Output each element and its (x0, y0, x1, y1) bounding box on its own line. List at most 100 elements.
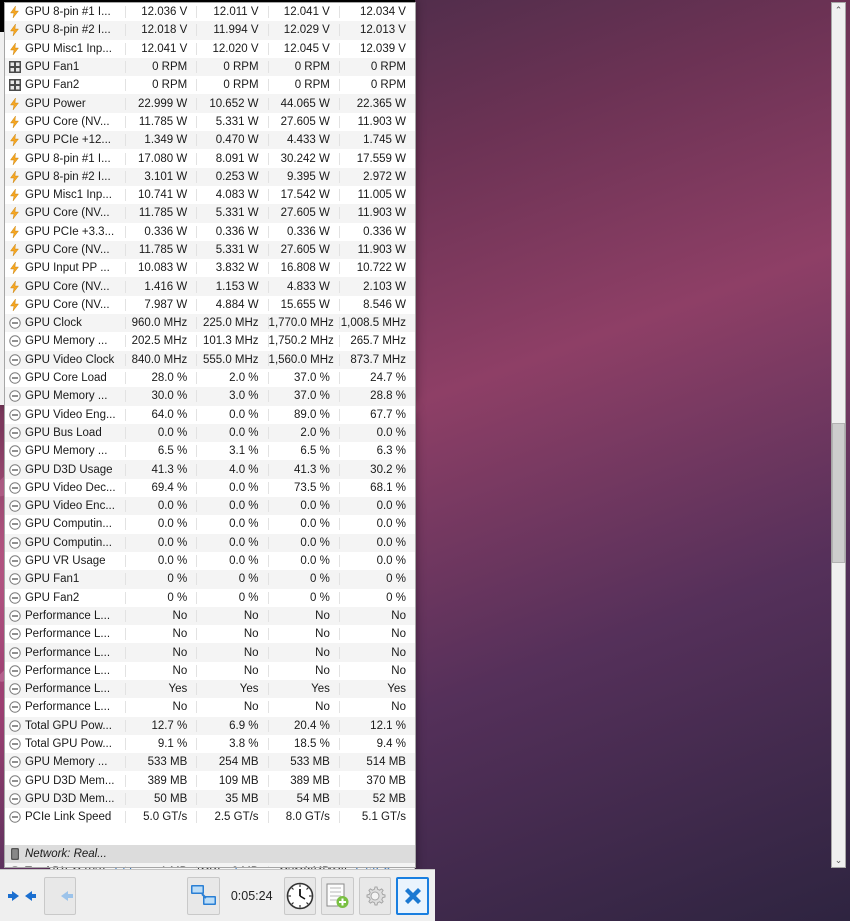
sensor-row[interactable]: GPU VR Usage 0.0 % 0.0 % 0.0 % 0.0 % (5, 552, 415, 570)
sensor-row[interactable]: GPU 8-pin #1 I... 17.080 W 8.091 W 30.242 W… (5, 149, 415, 167)
sensor-value-average: 873.7 MHz (338, 353, 415, 366)
sensor-row[interactable]: GPU Misc1 Inp... 10.741 W 4.083 W 17.542 W1… (5, 186, 415, 204)
sensor-row[interactable]: GPU Fan2 0 RPM 0 RPM 0 RPM 0 RPM (5, 76, 415, 94)
close-button[interactable] (396, 876, 430, 915)
sensor-value-average: 370 MB (338, 774, 415, 787)
sensor-row[interactable]: GPU Memory ... 202.5 MHz 101.3 MHz 1,750.2 … (5, 332, 415, 350)
sensor-row[interactable]: GPU Bus Load 0.0 % 0.0 % 2.0 % 0.0 % (5, 423, 415, 443)
clock-icon (8, 811, 21, 824)
sensor-row[interactable]: GPU Video Dec... 69.4 % 0.0 % 73.5 % 68.1 % (5, 479, 415, 497)
hwinfo-scrollbar[interactable]: ⌃ ⌄ (831, 2, 846, 868)
sensor-row[interactable]: Performance L... No No No No (5, 643, 415, 662)
sensor-name-text: GPU D3D Mem... (25, 774, 115, 787)
sensor-row[interactable]: GPU Clock 960.0 MHz 225.0 MHz 1,770.0 MHz 1,… (5, 314, 415, 333)
sensor-value-minimum: 0.470 W (196, 134, 267, 147)
sensor-name-text: GPU Core (NV... (25, 115, 110, 128)
sensor-row[interactable]: GPU D3D Mem... 389 MB 109 MB 389 MB 370 MB (5, 771, 415, 789)
sensor-value-maximum: 0 RPM (267, 79, 339, 92)
sensor-value-current: No (124, 609, 196, 622)
sensor-row[interactable]: GPU PCIe +3.3... 0.336 W 0.336 W 0.336 W 0.3… (5, 223, 415, 241)
scroll-down-icon[interactable]: ⌄ (832, 853, 845, 867)
sensor-value-current: 1 MB (124, 866, 196, 867)
sensor-row[interactable]: GPU PCIe +12... 1.349 W 0.470 W 4.433 W 1.74… (5, 131, 415, 150)
sensor-name: Performance L... (5, 628, 125, 641)
scroll-up-icon[interactable]: ⌃ (832, 3, 845, 17)
clock-icon (8, 701, 21, 714)
clock-icon (8, 335, 21, 348)
sensor-row[interactable]: GPU Core (NV... 11.785 W 5.331 W 27.605 W 11… (5, 240, 415, 260)
sensor-row[interactable]: Total GPU Pow... 9.1 % 3.8 % 18.5 % 9.4 % (5, 735, 415, 753)
sensor-row[interactable]: Performance L... No No No No (5, 662, 415, 680)
power-icon (8, 6, 21, 19)
sensor-row[interactable]: GPU Core (NV... 7.987 W 4.884 W 15.655 W 8.5… (5, 296, 415, 314)
sensor-row[interactable]: Total GPU Pow... 12.7 % 6.9 % 20.4 % 12.1 % (5, 716, 415, 735)
sensor-row[interactable]: Performance L... No No No No (5, 625, 415, 643)
sensor-value-maximum: 89.0 % (267, 408, 339, 421)
sensor-row[interactable]: Performance L... Yes Yes Yes Yes (5, 679, 415, 699)
sensor-row[interactable]: GPU Core (NV... 11.785 W 5.331 W 27.605 W 11… (5, 204, 415, 223)
sensor-row[interactable]: GPU D3D Mem... 50 MB 35 MB 54 MB 52 MB (5, 789, 415, 809)
sensor-row[interactable]: PCIe Link Speed 5.0 GT/s 2.5 GT/s 8.0 GT/s 5… (5, 808, 415, 826)
sensor-name: GPU 8-pin #2 I... (5, 24, 125, 37)
sensor-row[interactable]: GPU Fan1 0 % 0 % 0 % 0 % (5, 570, 415, 589)
sensor-row[interactable]: GPU Video Enc... 0.0 % 0.0 % 0.0 % 0.0 % (5, 497, 415, 516)
sensor-row[interactable]: GPU Memory ... 6.5 % 3.1 % 6.5 % 6.3 % (5, 442, 415, 460)
power-icon (8, 152, 21, 165)
clock-icon (8, 664, 21, 677)
sensor-row[interactable]: GPU D3D Usage 41.3 % 4.0 % 41.3 % 30.2 % (5, 460, 415, 479)
sensor-row[interactable]: Total DL 1 MB0 MB1 MB (5, 862, 415, 867)
sensor-value-current: 17.080 W (124, 152, 196, 165)
sensor-row[interactable]: GPU Core (NV... 11.785 W 5.331 W 27.605 W 11… (5, 113, 415, 131)
logging-button[interactable] (321, 876, 354, 915)
sensor-value-average: 514 MB (338, 756, 415, 769)
clock-icon (8, 500, 21, 513)
sensor-name-text: GPU Computin... (25, 518, 112, 531)
sensor-row[interactable]: GPU Core Load 28.0 % 2.0 % 37.0 % 24.7 % (5, 369, 415, 387)
sensor-value-minimum: 109 MB (196, 774, 267, 787)
sensor-value-current: Yes (124, 683, 196, 696)
settings-button[interactable] (358, 876, 392, 915)
sensor-row[interactable]: GPU Input PP ... 10.083 W 3.832 W 16.808 W1… (5, 259, 415, 277)
sensor-value-current: 22.999 W (124, 97, 196, 110)
sensor-value-average: 12.034 V (338, 6, 415, 19)
sensor-row[interactable]: GPU Memory ... 533 MB 254 MB 533 MB 514 MB (5, 753, 415, 772)
scrollbar-thumb[interactable] (832, 423, 845, 563)
sensor-name: GPU Video Dec... (5, 481, 125, 494)
clock-button[interactable] (283, 876, 317, 915)
sensor-row[interactable]: Performance L... No No No No (5, 698, 415, 716)
power-icon (8, 225, 21, 238)
sensor-row[interactable]: GPU 8-pin #1 I... 12.036 V 12.011 V 12.041 … (5, 3, 415, 21)
sensor-value-current: 50 MB (124, 792, 196, 805)
sensor-row[interactable]: GPU Computin... 0.0 % 0.0 % 0.0 % 0.0 % (5, 515, 415, 533)
sensor-name-text: GPU PCIe +3.3... (25, 225, 115, 238)
sensor-name-text: GPU VR Usage (25, 555, 106, 568)
sensor-row[interactable]: GPU Core (NV... 1.416 W 1.153 W 4.833 W 2.10… (5, 277, 415, 296)
sensor-group-header[interactable]: Network: Real... (5, 844, 415, 863)
sensor-row[interactable]: GPU 8-pin #2 I... 3.101 W 0.253 W 9.395 W 2.… (5, 167, 415, 186)
sensor-name-text: GPU D3D Usage (25, 463, 113, 476)
expand-columns-button[interactable] (6, 877, 39, 915)
sensor-row[interactable]: GPU Misc1 Inp... 12.041 V 12.020 V 12.045 V… (5, 40, 415, 58)
sensor-value-current: 0.0 % (124, 500, 196, 513)
sensor-row[interactable]: GPU Video Clock 840.0 MHz 555.0 MHz 1,560.0… (5, 350, 415, 369)
sensor-row[interactable]: Performance L... No No No No (5, 606, 415, 626)
sensor-value-current: 10.741 W (124, 189, 196, 202)
sensor-row[interactable]: GPU Video Eng... 64.0 % 0.0 % 89.0 % 67.7 % (5, 406, 415, 424)
sensor-value-maximum: 389 MB (267, 774, 339, 787)
hwinfo-sensor-table[interactable]: GPU 8-pin #1 I... 12.036 V 12.011 V 12.041 … (4, 2, 416, 868)
sensor-row[interactable]: GPU Power 22.999 W 10.652 W 44.065 W 22.365 … (5, 94, 415, 113)
sensor-row[interactable]: GPU Memory ... 30.0 % 3.0 % 37.0 % 28.8 % (5, 387, 415, 406)
sensor-name: GPU Fan2 (5, 591, 125, 604)
sensor-row[interactable]: GPU Computin... 0.0 % 0.0 % 0.0 % 0.0 % (5, 533, 415, 552)
collapse-columns-button[interactable] (43, 876, 77, 915)
sensor-value-maximum: 44.065 W (267, 97, 339, 110)
clock-icon (8, 390, 21, 403)
sensor-name: GPU Input PP ... (5, 262, 125, 275)
sensor-value-minimum: 12.020 V (196, 42, 267, 55)
sensor-row[interactable]: GPU Fan1 0 RPM 0 RPM 0 RPM 0 RPM (5, 57, 415, 77)
sensor-row[interactable]: GPU Fan2 0 % 0 % 0 % 0 % (5, 589, 415, 607)
remote-sensor-button[interactable] (187, 876, 220, 915)
sensor-value-average: No (338, 664, 415, 677)
sensor-value-average: 5.1 GT/s (338, 811, 415, 824)
sensor-row[interactable]: GPU 8-pin #2 I... 12.018 V 11.994 V 12.029 … (5, 21, 415, 40)
